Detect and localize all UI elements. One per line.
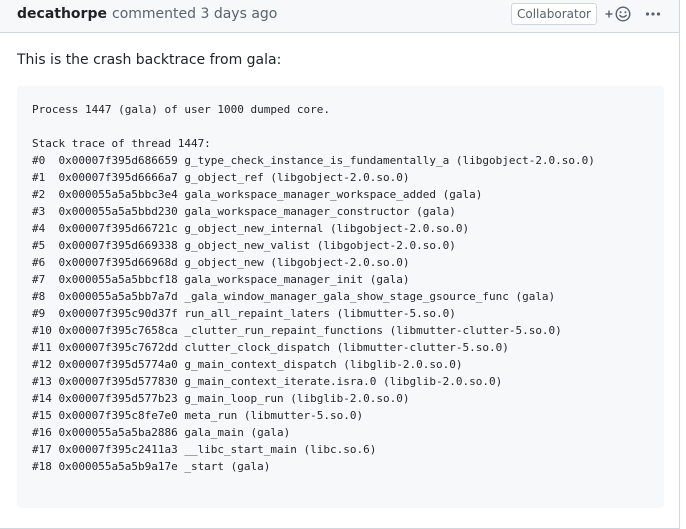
code-line: Process 1447 (gala) of user 1000 dumped … — [32, 103, 331, 116]
role-badge: Collaborator — [511, 3, 597, 25]
comment-timestamp[interactable]: commented 3 days ago — [112, 5, 277, 23]
comment-card: decathorpe commented 3 days ago Collabor… — [0, 0, 680, 529]
code-line: #3 0x000055a5a5bbd230 gala_workspace_man… — [32, 205, 456, 218]
code-line: #16 0x000055a5a5ba2886 gala_main (gala) — [32, 426, 291, 439]
comment-author-link[interactable]: decathorpe — [17, 5, 107, 23]
add-reaction-button[interactable] — [604, 4, 634, 24]
smiley-add-icon — [605, 6, 631, 22]
code-line: #2 0x000055a5a5bbc3e4 gala_workspace_man… — [32, 188, 483, 201]
comment-intro-text: This is the crash backtrace from gala: — [17, 52, 282, 68]
code-line: #4 0x00007f395d66721c g_object_new_inter… — [32, 222, 470, 235]
code-line: #7 0x000055a5a5bbcf18 gala_workspace_man… — [32, 273, 410, 286]
code-line: #13 0x00007f395d577830 g_main_context_it… — [32, 375, 503, 388]
code-line: #9 0x00007f395c90d37f run_all_repaint_la… — [32, 307, 456, 320]
code-line: #8 0x000055a5a5bb7a7d _gala_window_manag… — [32, 290, 556, 303]
code-line: #0 0x00007f395d686659 g_type_check_insta… — [32, 154, 595, 167]
code-line: #5 0x00007f395d669338 g_object_new_valis… — [32, 239, 456, 252]
code-line: #12 0x00007f395d5774a0 g_main_context_di… — [32, 358, 463, 371]
comment-body: This is the crash backtrace from gala: P… — [17, 50, 665, 508]
code-line: #11 0x00007f395c7672dd clutter_clock_dis… — [32, 341, 509, 354]
code-line: #1 0x00007f395d6666a7 g_object_ref (libg… — [32, 171, 410, 184]
code-line: #10 0x00007f395c7658ca _clutter_run_repa… — [32, 324, 562, 337]
code-line: #15 0x00007f395c8fe7e0 meta_run (libmutt… — [32, 409, 364, 422]
code-line: #17 0x00007f395c2411a3 __libc_start_main… — [32, 443, 377, 456]
kebab-horizontal-icon — [645, 12, 661, 16]
comment-options-button[interactable] — [643, 4, 663, 24]
comment-header: decathorpe commented 3 days ago Collabor… — [0, 0, 679, 33]
code-line: #14 0x00007f395d577b23 g_main_loop_run (… — [32, 392, 410, 405]
code-block: Process 1447 (gala) of user 1000 dumped … — [17, 86, 664, 508]
code-line: #6 0x00007f395d66968d g_object_new (libg… — [32, 256, 410, 269]
code-line: Stack trace of thread 1447: — [32, 137, 211, 150]
code-line: #18 0x000055a5a5b9a17e _start (gala) — [32, 460, 271, 473]
